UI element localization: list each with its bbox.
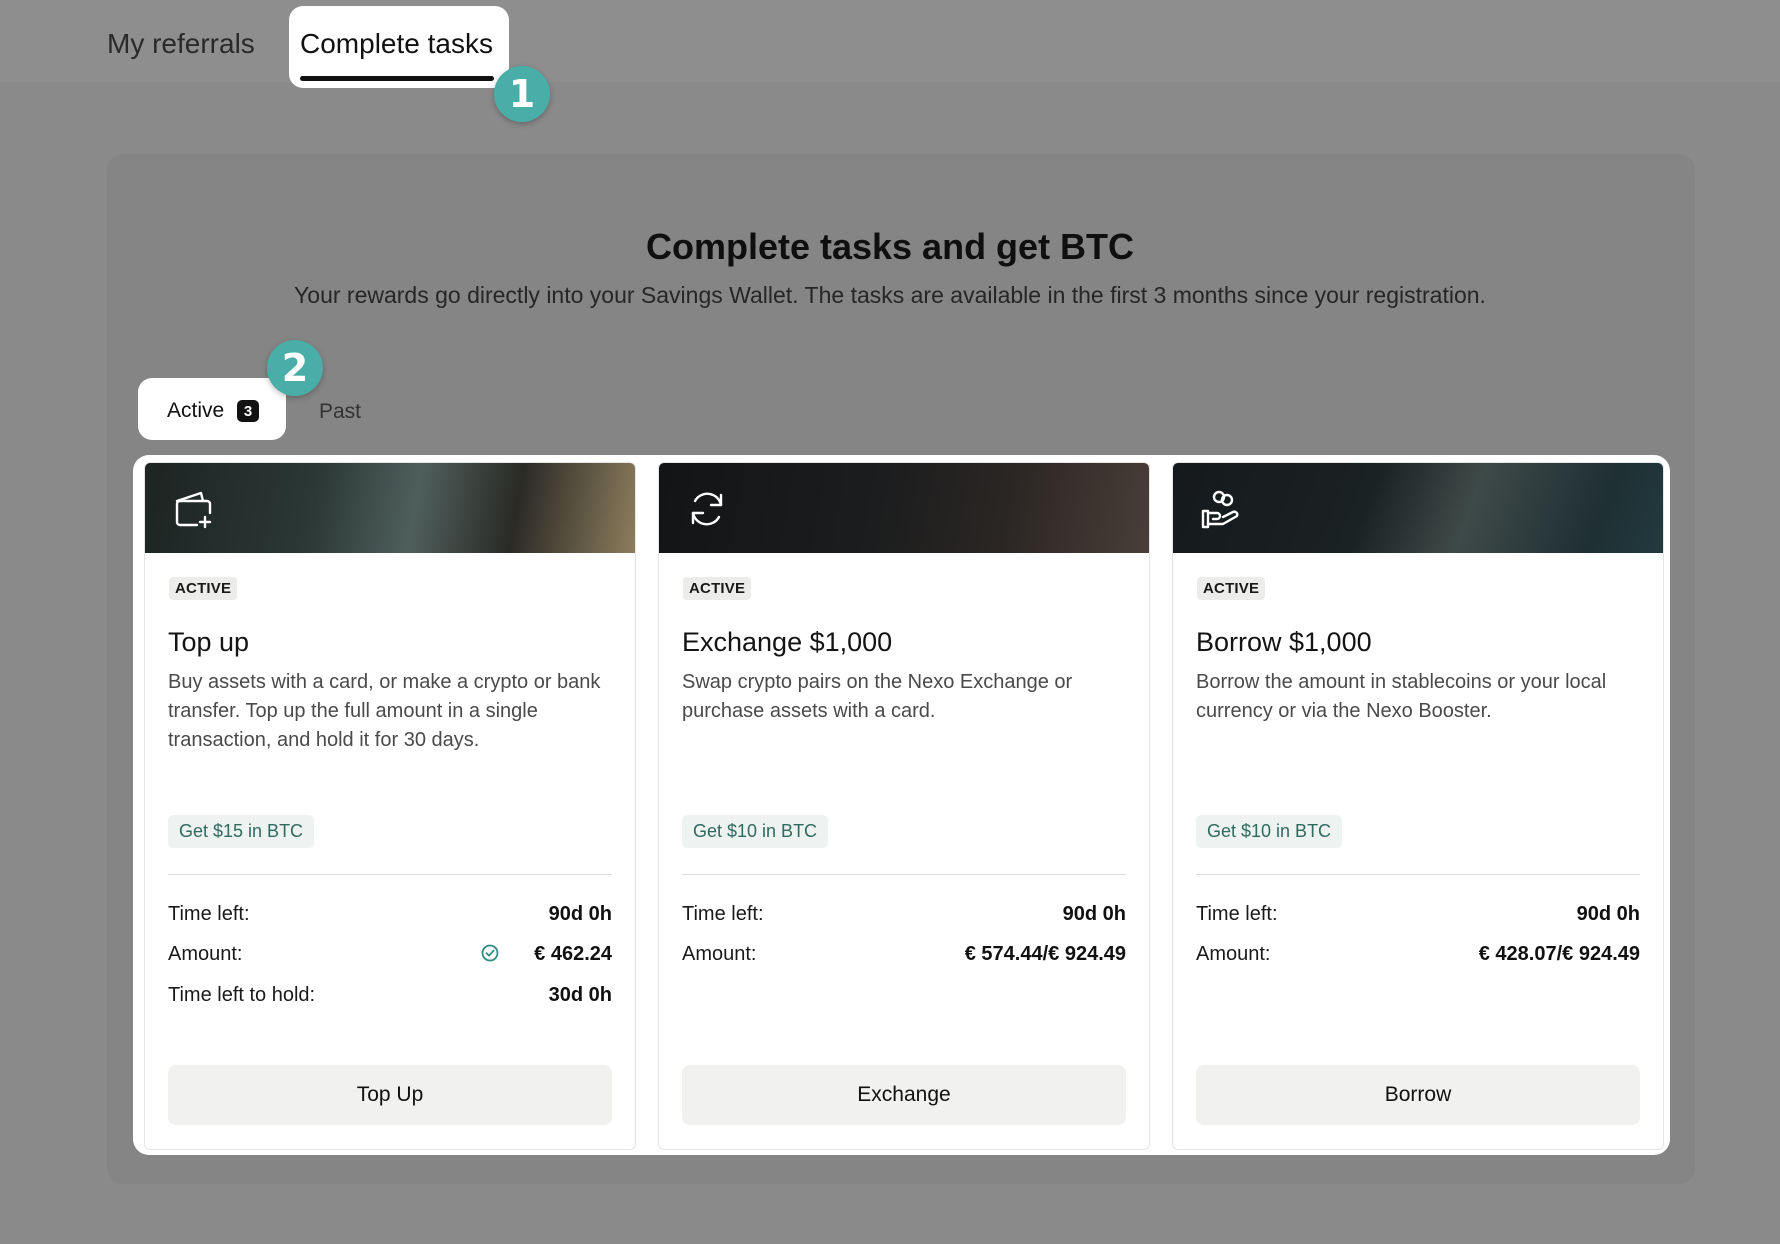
active-count-badge: 3 xyxy=(237,400,259,422)
time-left-value: 90d 0h xyxy=(548,903,612,925)
filter-past-button[interactable]: Past xyxy=(319,400,361,424)
amount-label: Amount: xyxy=(168,943,243,965)
divider xyxy=(682,874,1126,875)
card-banner xyxy=(145,463,635,553)
time-left-label: Time left: xyxy=(1196,903,1278,925)
time-left-value: 90d 0h xyxy=(1576,903,1640,925)
amount-value: € 462.24 xyxy=(534,943,612,965)
hold-label: Time left to hold: xyxy=(168,984,316,1006)
card-title: Top up xyxy=(168,627,250,657)
exchange-button[interactable]: Exchange xyxy=(682,1065,1126,1125)
step-marker-2: 2 xyxy=(267,340,323,396)
page-title: Complete tasks and get BTC xyxy=(645,226,1135,267)
filter-active-label[interactable]: Active xyxy=(167,399,224,423)
task-card-borrow: ACTIVE Borrow $1,000 Borrow the amount i… xyxy=(1172,462,1664,1150)
status-badge: ACTIVE xyxy=(169,577,238,600)
card-description: Buy assets with a card, or make a crypto… xyxy=(168,671,601,751)
card-description: Borrow the amount in stablecoins or your… xyxy=(1196,671,1607,722)
time-left-value: 90d 0h xyxy=(1062,903,1126,925)
tab-complete-tasks[interactable]: Complete tasks xyxy=(300,28,493,60)
hand-coins-icon xyxy=(1201,490,1239,529)
time-left-label: Time left: xyxy=(168,903,250,925)
reward-tag: Get $10 in BTC xyxy=(682,815,829,848)
time-left-label: Time left: xyxy=(682,903,764,925)
card-description: Swap crypto pairs on the Nexo Exchange o… xyxy=(682,671,1073,722)
task-card-top-up: ACTIVE Top up Buy assets with a card, or… xyxy=(144,462,636,1150)
top-up-button[interactable]: Top Up xyxy=(168,1065,612,1125)
status-badge: ACTIVE xyxy=(683,577,752,600)
card-title: Borrow $1,000 xyxy=(1196,627,1372,657)
step-marker-1: 1 xyxy=(494,66,550,122)
borrow-button[interactable]: Borrow xyxy=(1196,1065,1640,1125)
reward-tag: Get $15 in BTC xyxy=(168,815,315,848)
wallet-plus-icon xyxy=(175,491,212,529)
status-badge: ACTIVE xyxy=(1197,577,1266,600)
amount-value: € 428.07/€ 924.49 xyxy=(1478,943,1640,965)
task-card-exchange: ACTIVE Exchange $1,000 Swap crypto pairs… xyxy=(658,462,1150,1150)
amount-value: € 574.44/€ 924.49 xyxy=(964,943,1126,965)
card-title: Exchange $1,000 xyxy=(682,627,893,657)
exchange-arrows-icon xyxy=(691,492,723,526)
card-banner xyxy=(659,463,1149,553)
hold-value: 30d 0h xyxy=(548,984,612,1006)
divider xyxy=(1196,874,1640,875)
check-circle-icon xyxy=(481,944,499,962)
top-tab-bar xyxy=(0,0,1780,82)
amount-label: Amount: xyxy=(682,943,757,965)
tab-active-underline xyxy=(300,76,494,81)
reward-tag: Get $10 in BTC xyxy=(1196,815,1343,848)
tab-my-referrals[interactable]: My referrals xyxy=(107,28,255,60)
card-banner xyxy=(1173,463,1663,553)
amount-label: Amount: xyxy=(1196,943,1271,965)
page-subtitle: Your rewards go directly into your Savin… xyxy=(294,282,1486,308)
divider xyxy=(168,874,612,875)
